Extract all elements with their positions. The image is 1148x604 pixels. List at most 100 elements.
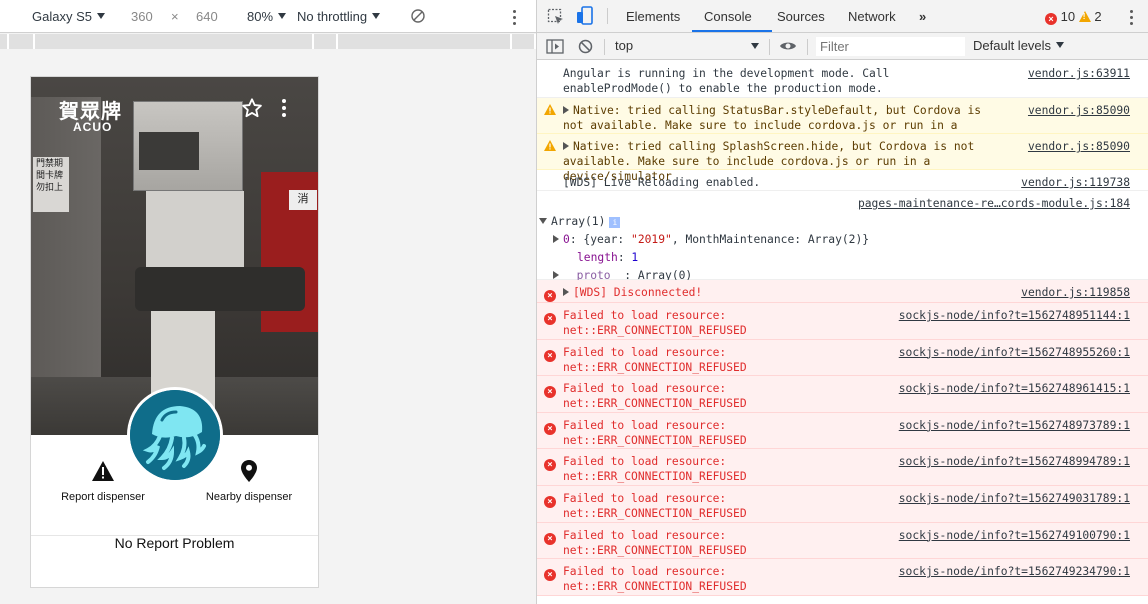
tab-elements[interactable]: Elements	[626, 9, 680, 24]
more-vert-icon[interactable]	[279, 97, 289, 119]
error-icon: ×	[544, 309, 556, 325]
throttling-value: No throttling	[297, 9, 368, 24]
report-dispenser-label: Report dispenser	[61, 491, 145, 503]
console-error: × Failed to load resource: net::ERR_CONNE…	[537, 485, 1148, 523]
warning-icon	[544, 140, 556, 155]
source-link[interactable]: sockjs-node/info?t=1562749234790:1	[899, 564, 1130, 579]
device-emulation-panel: Galaxy S5 360 × 640 80% No throttling 門禁…	[0, 0, 536, 604]
context-value: top	[615, 38, 634, 53]
expand-caret-icon[interactable]	[553, 235, 559, 243]
error-icon: ×	[544, 419, 556, 435]
sidebar-toggle-icon[interactable]	[546, 39, 564, 57]
warning-icon: !	[1078, 11, 1091, 22]
console-toolbar: top Default levels	[537, 33, 1148, 60]
filter-input[interactable]	[816, 37, 965, 56]
more-tabs-button[interactable]: »	[919, 9, 926, 24]
source-link[interactable]: sockjs-node/info?t=1562748961415:1	[899, 381, 1130, 396]
item-prefix: : {year:	[569, 233, 632, 246]
error-icon: ×	[544, 492, 556, 508]
nearby-dispenser-button[interactable]: Nearby dispenser	[201, 457, 297, 503]
source-link[interactable]: vendor.js:63911	[1028, 66, 1130, 81]
eye-icon[interactable]	[779, 40, 797, 55]
source-link[interactable]: vendor.js:119738	[1021, 175, 1130, 190]
sign-line: 門禁期	[36, 158, 64, 168]
rotate-icon[interactable]	[410, 8, 426, 27]
brand-logo: 賀眾牌 ACUO	[59, 95, 122, 134]
height-input[interactable]: 640	[196, 9, 218, 24]
source-link[interactable]: sockjs-node/info?t=1562748955260:1	[899, 345, 1130, 360]
console-error: × Failed to load resource: net::ERR_CONNE…	[537, 449, 1148, 486]
console-message: Angular is running in the development mo…	[537, 61, 1148, 98]
favorite-star-icon[interactable]	[241, 97, 263, 119]
message-text: Angular is running in the development mo…	[563, 67, 890, 95]
source-link[interactable]: pages-maintenance-re…cords-module.js:184	[858, 196, 1130, 211]
device-more-icon[interactable]	[510, 8, 520, 26]
item-year: "2019"	[631, 233, 672, 246]
source-link[interactable]: vendor.js:85090	[1028, 103, 1130, 118]
device-toggle-icon[interactable]	[576, 6, 594, 29]
dispenser-photo: 門禁期 間卡牌 勿扣上 消 賀眾牌 ACUO	[31, 77, 318, 435]
clear-console-icon[interactable]	[578, 39, 593, 57]
info-icon: i	[609, 217, 621, 228]
warning-count: 2	[1094, 9, 1102, 24]
expand-caret-icon[interactable]	[563, 288, 569, 296]
console-error: × [WDS] Disconnected! vendor.js:119858	[537, 280, 1148, 303]
sign-line: 間卡牌	[36, 170, 64, 180]
devtools-more-icon[interactable]	[1129, 8, 1135, 26]
no-report-text: No Report Problem	[114, 535, 235, 551]
console-warning: Native: tried calling StatusBar.styleDef…	[537, 98, 1148, 147]
collapse-caret-icon[interactable]	[539, 218, 547, 224]
inspect-element-icon[interactable]	[547, 8, 565, 29]
console-messages[interactable]: Angular is running in the development mo…	[537, 61, 1148, 604]
report-dispenser-button[interactable]: Report dispenser	[59, 457, 147, 503]
console-error: × Failed to load resource: net::ERR_CONNE…	[537, 559, 1148, 596]
message-text: Failed to load resource: net::ERR_CONNEC…	[563, 491, 747, 520]
error-list: ×Failed to load resource: net::ERR_CONNE…	[537, 303, 1148, 596]
message-text: Failed to load resource: net::ERR_CONNEC…	[563, 309, 747, 337]
issue-counter[interactable]: × 10 ! 2	[1045, 9, 1102, 25]
tab-network[interactable]: Network	[848, 9, 896, 24]
message-text: Failed to load resource: net::ERR_CONNEC…	[563, 382, 747, 411]
device-select[interactable]: Galaxy S5	[32, 9, 105, 24]
message-text: [WDS] Disconnected!	[573, 286, 703, 299]
device-toolbar: Galaxy S5 360 × 640 80% No throttling	[0, 0, 536, 33]
context-select[interactable]: top	[615, 38, 761, 55]
zoom-value: 80%	[247, 9, 274, 24]
device-name: Galaxy S5	[32, 9, 92, 24]
error-icon: ×	[1045, 13, 1057, 25]
source-link[interactable]: sockjs-node/info?t=1562748994789:1	[899, 454, 1130, 469]
wall-sign: 門禁期 間卡牌 勿扣上	[33, 157, 69, 212]
array-header[interactable]: Array(1) i	[539, 213, 1130, 231]
length-value: 1	[631, 251, 639, 264]
array-item[interactable]: 0: {year: "2019", MonthMaintenance: Arra…	[539, 231, 1130, 249]
console-error: × Failed to load resource: net::ERR_CONNE…	[537, 303, 1148, 340]
console-error: × Failed to load resource: net::ERR_CONNE…	[537, 412, 1148, 450]
expand-caret-icon[interactable]	[563, 142, 569, 150]
source-link[interactable]: vendor.js:119858	[1021, 285, 1130, 300]
tab-sources[interactable]: Sources	[777, 9, 825, 24]
item-key: 0	[563, 233, 570, 246]
message-text: Failed to load resource: net::ERR_CONNEC…	[563, 455, 747, 484]
devtools-panel: Elements Console Sources Network » × 10 …	[536, 0, 1148, 604]
source-link[interactable]: sockjs-node/info?t=1562749031789:1	[899, 491, 1130, 506]
media-query-bar[interactable]	[0, 34, 536, 49]
levels-value: Default levels	[973, 38, 1052, 53]
console-warning: Native: tried calling SplashScreen.hide,…	[537, 134, 1148, 183]
message-text: Failed to load resource: net::ERR_CONNEC…	[563, 345, 747, 374]
log-levels-select[interactable]: Default levels	[973, 38, 1065, 53]
expand-caret-icon[interactable]	[563, 106, 569, 114]
chevron-down-icon	[1056, 42, 1065, 48]
source-link[interactable]: sockjs-node/info?t=1562748973789:1	[899, 418, 1130, 433]
console-message: [WDS] Live Reloading enabled. vendor.js:…	[537, 170, 1148, 191]
throttling-select[interactable]: No throttling	[297, 9, 381, 24]
width-input[interactable]: 360	[131, 9, 153, 24]
expand-caret-icon[interactable]	[553, 271, 559, 279]
source-link[interactable]: vendor.js:85090	[1028, 139, 1130, 154]
tab-console[interactable]: Console	[704, 9, 752, 24]
source-link[interactable]: sockjs-node/info?t=1562749100790:1	[899, 528, 1130, 543]
length-key: length	[577, 251, 618, 264]
source-link[interactable]: sockjs-node/info?t=1562748951144:1	[899, 308, 1130, 323]
devtools-tab-bar: Elements Console Sources Network » × 10 …	[537, 0, 1148, 33]
array-length: length: 1	[577, 251, 639, 264]
zoom-select[interactable]: 80%	[247, 9, 287, 24]
